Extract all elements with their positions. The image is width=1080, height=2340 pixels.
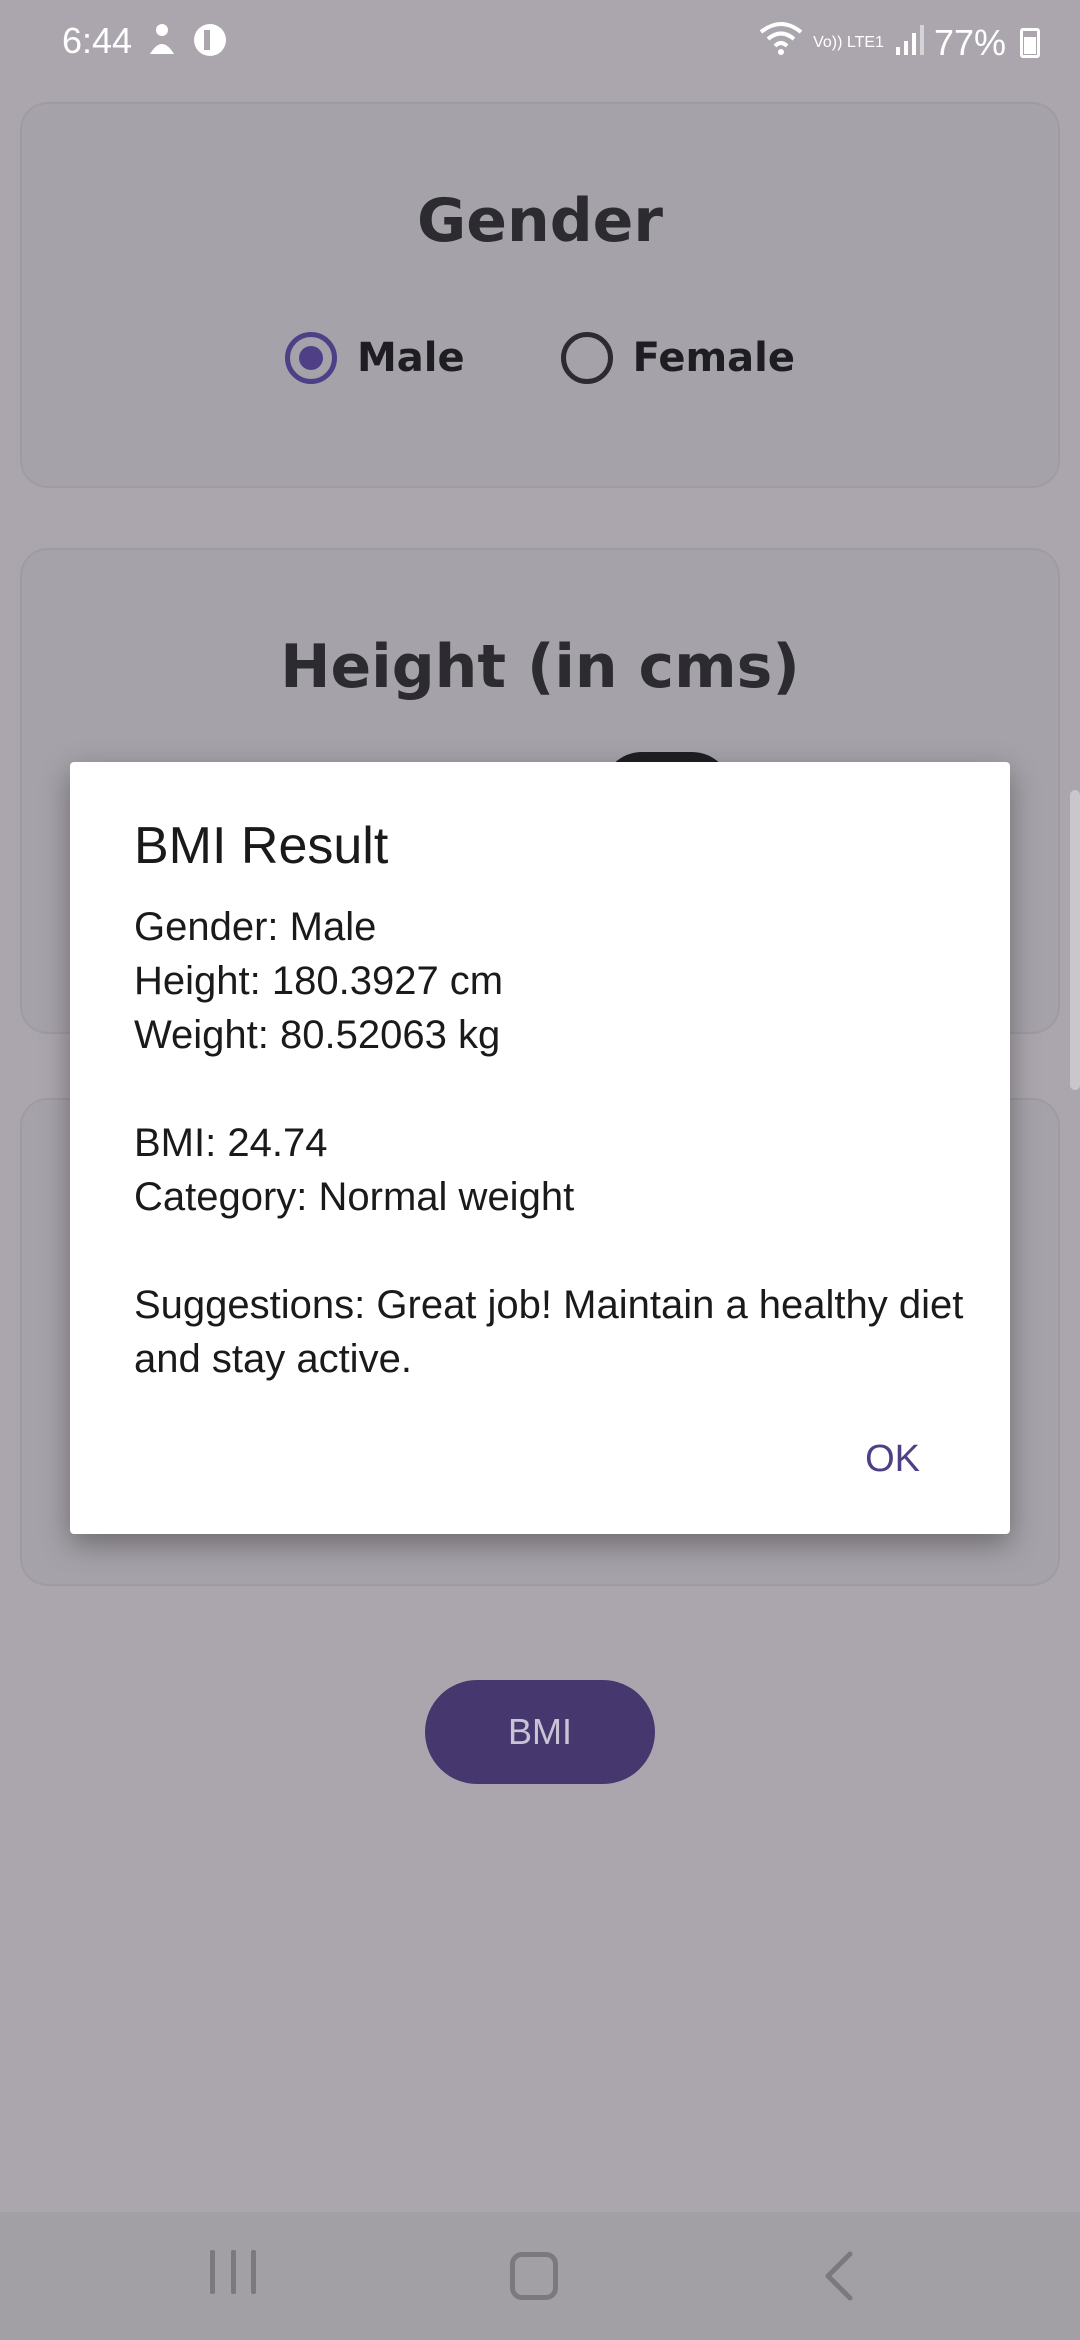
notification-icon [144, 20, 180, 69]
app-notification-icon [190, 20, 230, 69]
gender-title: Gender [417, 186, 663, 256]
dialog-spacer [134, 1224, 964, 1278]
scrollbar[interactable] [1070, 790, 1080, 1090]
radio-female-label: Female [632, 335, 795, 381]
dialog-body: Gender: Male Height: 180.3927 cm Weight:… [134, 900, 964, 1386]
radio-female[interactable] [560, 332, 613, 384]
dialog-bmi-line: BMI: 24.74 [134, 1121, 328, 1165]
radio-male[interactable] [285, 332, 337, 384]
wifi-icon [759, 20, 803, 65]
recents-icon[interactable] [210, 2250, 256, 2302]
dialog-title: BMI Result [134, 817, 389, 875]
network-type-label: Vo)) LTE1 [813, 33, 884, 51]
radio-male-label: Male [357, 335, 465, 381]
gender-option-female[interactable]: Female [560, 332, 795, 384]
dialog-weight-line: Weight: 80.52063 kg [134, 1013, 501, 1057]
dialog-ok-button[interactable]: OK [865, 1438, 920, 1481]
height-title: Height (in cms) [280, 632, 800, 702]
bmi-button[interactable]: BMI [425, 1680, 655, 1784]
home-icon[interactable] [510, 2252, 558, 2300]
back-icon[interactable] [820, 2250, 860, 2302]
dialog-spacer [134, 1062, 964, 1116]
signal-icon [894, 22, 924, 64]
status-time: 6:44 [62, 20, 133, 61]
gender-radio-group: Male Female [22, 332, 1058, 384]
bmi-result-dialog: BMI Result Gender: Male Height: 180.3927… [70, 762, 1010, 1534]
status-right-group: Vo)) LTE1 77% [759, 20, 1040, 65]
navigation-bar [0, 2212, 1080, 2340]
dialog-category-line: Category: Normal weight [134, 1175, 575, 1219]
status-bar: 6:44 Vo)) LTE1 77% [0, 0, 1080, 84]
gender-card: Gender Male Female [20, 102, 1060, 488]
gender-option-male[interactable]: Male [285, 332, 465, 384]
battery-icon [1020, 27, 1040, 58]
dialog-suggestion-line: Suggestions: Great job! Maintain a healt… [134, 1283, 964, 1381]
battery-percent: 77% [933, 21, 1006, 63]
dialog-gender-line: Gender: Male [134, 905, 377, 949]
dialog-height-line: Height: 180.3927 cm [134, 959, 504, 1003]
